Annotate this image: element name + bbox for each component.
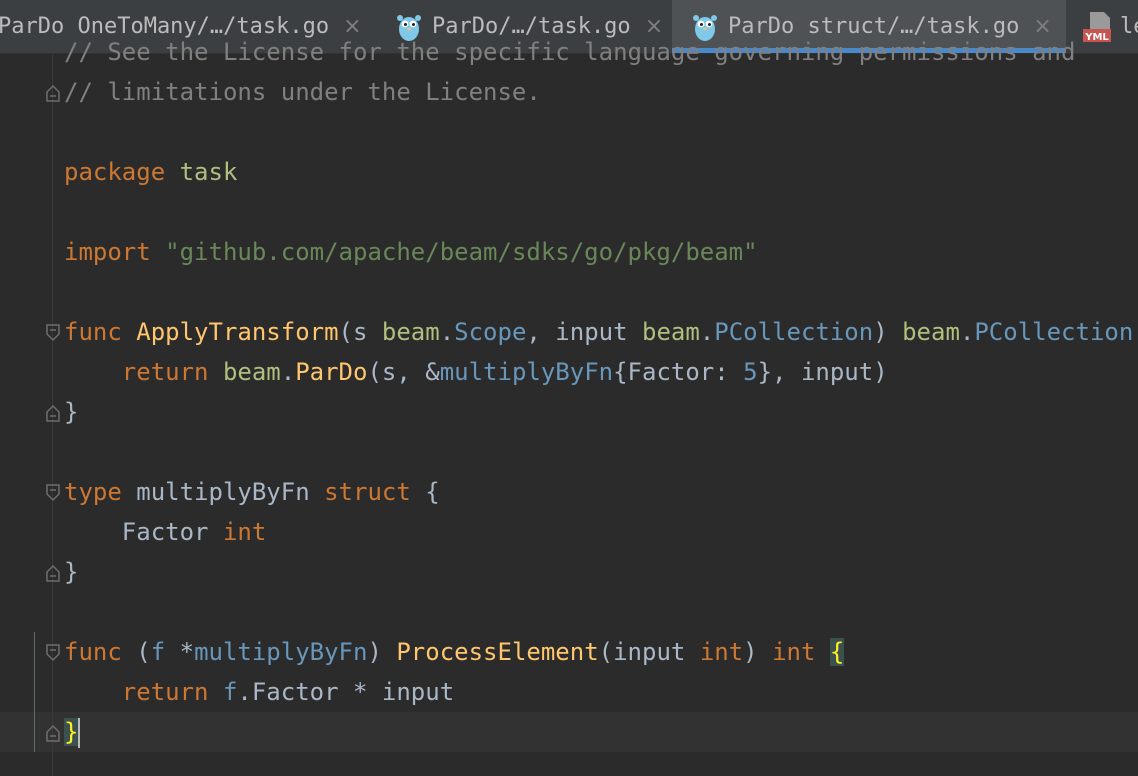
receiver-name: f xyxy=(150,638,166,666)
punctuation: . xyxy=(699,318,715,346)
type-name: PCollection xyxy=(714,318,874,346)
type-name: Scope xyxy=(454,318,527,346)
punctuation: * xyxy=(165,638,195,666)
vcs-change-marker xyxy=(34,632,35,752)
code-line: func (f *multiplyByFn) ProcessElement(in… xyxy=(64,632,1138,672)
fold-end-icon[interactable] xyxy=(44,564,62,582)
punctuation: {Factor: xyxy=(613,358,744,386)
code-line: Factor int xyxy=(64,512,1138,552)
package-ref: beam xyxy=(222,358,281,386)
code-line: // See the License for the specific lang… xyxy=(64,32,1138,72)
punctuation: . xyxy=(959,318,975,346)
import-path: "github.com/apache/beam/sdks/go/pkg/beam… xyxy=(165,238,758,266)
comment: // limitations under the License. xyxy=(64,78,541,106)
code-line: import "github.com/apache/beam/sdks/go/p… xyxy=(64,232,1138,272)
fold-end-icon[interactable] xyxy=(44,724,62,742)
brace: } xyxy=(64,558,79,586)
punctuation: ) xyxy=(743,638,773,666)
code-content: // See the License for the specific lang… xyxy=(64,32,1138,752)
matched-brace: } xyxy=(64,718,79,746)
expression: .Factor * input xyxy=(237,678,455,706)
fold-start-icon[interactable] xyxy=(44,484,62,502)
code-line: type multiplyByFn struct { xyxy=(64,472,1138,512)
code-line: return f.Factor * input xyxy=(64,672,1138,712)
code-line: // limitations under the License. xyxy=(64,72,1138,112)
matched-brace: { xyxy=(829,638,845,666)
function-name: ApplyTransform xyxy=(136,318,339,346)
text-caret xyxy=(78,718,81,748)
code-line: return beam.ParDo(s, &multiplyByFn{Facto… xyxy=(64,352,1138,392)
punctuation: ) xyxy=(873,318,903,346)
fold-start-icon[interactable] xyxy=(44,324,62,342)
code-line: func ApplyTransform(s beam.Scope, input … xyxy=(64,312,1138,352)
package-name: task xyxy=(179,158,238,186)
fold-end-icon[interactable] xyxy=(44,84,62,102)
punctuation: { xyxy=(410,478,440,506)
type-name: multiplyByFn xyxy=(439,358,614,386)
receiver-name: f xyxy=(222,678,238,706)
keyword: func xyxy=(64,638,122,666)
punctuation: ) xyxy=(367,638,397,666)
brace: } xyxy=(64,398,79,426)
type-name: PCollection xyxy=(974,318,1134,346)
code-line-current: } xyxy=(64,712,1138,752)
keyword: package xyxy=(64,158,166,186)
punctuation: (s, & xyxy=(367,358,440,386)
code-line: } xyxy=(64,552,1138,592)
fold-start-icon[interactable] xyxy=(44,644,62,662)
punctuation: }, input) xyxy=(757,358,888,386)
code-editor[interactable]: // See the License for the specific lang… xyxy=(0,38,1138,776)
keyword: int xyxy=(222,518,267,546)
keyword: import xyxy=(64,238,151,266)
fold-end-icon[interactable] xyxy=(44,404,62,422)
keyword: return xyxy=(121,678,209,706)
function-name: ParDo xyxy=(295,358,368,386)
type-name: multiplyByFn xyxy=(194,638,368,666)
package-ref: beam xyxy=(642,318,700,346)
keyword: func xyxy=(64,318,122,346)
type-declaration: multiplyByFn xyxy=(121,478,325,506)
field-name: Factor xyxy=(64,518,223,546)
code-line: package task xyxy=(64,152,1138,192)
punctuation: (s xyxy=(338,318,382,346)
package-ref: beam xyxy=(381,318,440,346)
keyword: struct xyxy=(324,478,411,506)
package-ref: beam xyxy=(902,318,960,346)
punctuation: (input xyxy=(598,638,700,666)
punctuation: { xyxy=(1133,318,1138,346)
keyword: type xyxy=(64,478,122,506)
keyword: int xyxy=(699,638,744,666)
keyword: return xyxy=(121,358,209,386)
punctuation: . xyxy=(280,358,296,386)
number-literal: 5 xyxy=(743,358,758,386)
keyword: int xyxy=(772,638,816,666)
punctuation: , input xyxy=(526,318,642,346)
comment: // See the License for the specific lang… xyxy=(64,38,1076,66)
punctuation: ( xyxy=(121,638,151,666)
punctuation: . xyxy=(439,318,455,346)
function-name: ProcessElement xyxy=(396,638,599,666)
code-line: } xyxy=(64,392,1138,432)
